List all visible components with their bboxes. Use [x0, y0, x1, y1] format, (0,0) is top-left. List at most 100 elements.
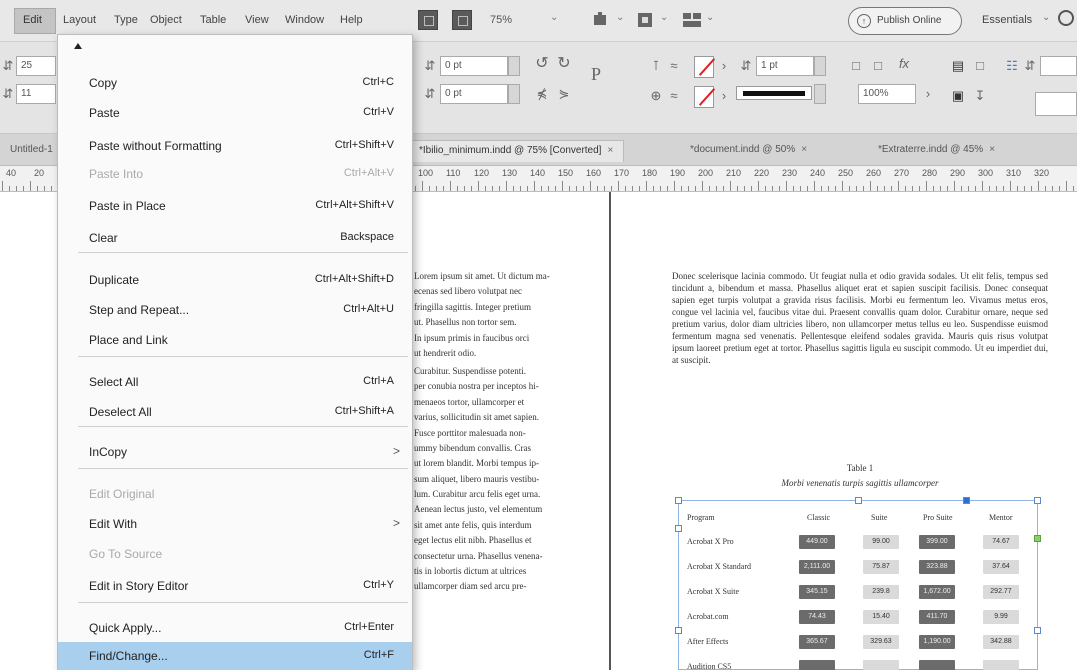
menu-type[interactable]: Type [114, 14, 138, 26]
menu-item-edit-in-story-editor[interactable]: Edit in Story Editor Ctrl+Y [58, 572, 412, 601]
right-page-paragraph[interactable]: Donec scelerisque lacinia commodo. Ut fe… [672, 270, 1048, 366]
left-page-text-column[interactable]: Lorem ipsum sit amet. Ut dictum ma-ecena… [414, 270, 600, 596]
menu-item-select-all[interactable]: Select All Ctrl+A [58, 368, 412, 397]
menu-item-deselect-all[interactable]: Deselect All Ctrl+Shift+A [58, 398, 412, 427]
tab-active-document[interactable]: *Ibilio_minimum.indd @ 75% [Converted] × [408, 140, 625, 162]
table-frame[interactable]: Program Classic Suite Pro Suite Mentor A… [675, 497, 1041, 670]
zoom-level[interactable]: 75% [490, 14, 512, 26]
effects-icon[interactable]: fx [896, 56, 912, 72]
column-field[interactable] [1040, 56, 1077, 76]
view-options-icon[interactable] [590, 10, 614, 30]
stroke-type-selector[interactable] [736, 86, 812, 100]
menu-object[interactable]: Object [150, 14, 182, 26]
fill-dropdown-icon[interactable]: › [716, 58, 732, 74]
stroke-dropdown-icon[interactable]: › [716, 88, 732, 104]
bridge-icon[interactable] [418, 10, 438, 30]
flip-vertical-icon[interactable]: ⋟ [556, 86, 572, 102]
text-frame-icon[interactable]: ≈ [666, 88, 682, 104]
spacing-dropdown-a[interactable] [508, 56, 520, 76]
stepper-icon-6[interactable]: ⇵ [1022, 58, 1038, 74]
tab-untitled[interactable]: Untitled-1 [0, 140, 63, 162]
workspace-switcher[interactable]: Essentials [982, 14, 1032, 26]
stroke-swatch[interactable] [694, 86, 714, 108]
opacity-field[interactable]: 100% [858, 84, 916, 104]
publish-online-button[interactable]: ↑ Publish Online [848, 7, 962, 35]
align-top-icon[interactable]: ▣ [950, 88, 966, 104]
menu-item-paste[interactable]: Paste Ctrl+V [58, 99, 412, 128]
arrange-dropdown-icon[interactable]: ⌄ [706, 12, 714, 23]
menu-item-edit-with[interactable]: Edit With > [58, 510, 412, 539]
ruler-label: 120 [474, 168, 490, 178]
spacing-dropdown-b[interactable] [508, 84, 520, 104]
menu-item-place-and-link[interactable]: Place and Link [58, 326, 412, 355]
align-icon[interactable]: ≈ [666, 58, 682, 74]
close-icon[interactable]: × [801, 144, 807, 155]
tab-extraterre[interactable]: *Extraterre.indd @ 45% × [868, 140, 1005, 162]
menu-item-duplicate[interactable]: Duplicate Ctrl+Alt+Shift+D [58, 266, 412, 295]
rotate-cw-icon[interactable]: ↻ [556, 56, 572, 72]
column-icon[interactable]: ☷ [1004, 58, 1020, 74]
zoom-dropdown-icon[interactable]: ⌄ [550, 12, 558, 23]
stroke-type-dropdown[interactable] [814, 84, 826, 104]
frame-handle[interactable] [855, 497, 862, 504]
rotate-ccw-icon[interactable]: ↺ [534, 56, 550, 72]
reference-field[interactable] [1035, 92, 1077, 116]
frame-handle-selected[interactable] [963, 497, 970, 504]
search-icon[interactable] [1058, 10, 1074, 26]
spacing-field-b[interactable]: 0 pt [440, 84, 508, 104]
frame-fit-icon[interactable]: □ [870, 58, 886, 74]
stock-icon[interactable] [452, 10, 472, 30]
stepper-icon-3[interactable]: ⇵ [422, 58, 438, 74]
frame-icon[interactable]: □ [848, 58, 864, 74]
char-p-icon[interactable]: P [588, 65, 604, 83]
stepper-icon[interactable]: ⇵ [0, 58, 16, 74]
format-icon[interactable]: ⊕ [648, 88, 664, 104]
stepper-icon-5[interactable]: ⇵ [738, 58, 754, 74]
menu-item-quick-apply[interactable]: Quick Apply... Ctrl+Enter [58, 614, 412, 643]
menu-view[interactable]: View [245, 14, 269, 26]
stepper-icon-2[interactable]: ⇵ [0, 86, 16, 102]
ruler-tick [814, 181, 815, 191]
frame-handle[interactable] [675, 497, 682, 504]
menu-item-paste-in-place[interactable]: Paste in Place Ctrl+Alt+Shift+V [58, 192, 412, 221]
stroke-weight-field[interactable]: 1 pt [756, 56, 814, 76]
scroll-up-icon[interactable] [74, 43, 82, 49]
view-options-dropdown-icon[interactable]: ⌄ [616, 12, 624, 23]
tab-document[interactable]: *document.indd @ 50% × [680, 140, 817, 162]
close-icon[interactable]: × [989, 144, 995, 155]
screen-mode-dropdown-icon[interactable]: ⌄ [660, 12, 668, 23]
arrange-documents-icon[interactable] [680, 10, 704, 30]
frame-overset-port[interactable] [1034, 535, 1041, 542]
align-right-icon[interactable]: □ [972, 58, 988, 74]
font-size-field-b[interactable]: 11 [16, 84, 56, 104]
menu-item-paste-without-formatting[interactable]: Paste without Formatting Ctrl+Shift+V [58, 132, 412, 161]
menu-item-copy[interactable]: Copy Ctrl+C [58, 69, 412, 98]
menu-window[interactable]: Window [285, 14, 324, 26]
menu-item-step-and-repeat[interactable]: Step and Repeat... Ctrl+Alt+U [58, 296, 412, 325]
font-size-field-a[interactable]: 25 [16, 56, 56, 76]
frame-handle[interactable] [675, 525, 682, 532]
frame-handle[interactable] [1034, 627, 1041, 634]
ruler-tick [849, 186, 850, 191]
align-left-icon[interactable]: ▤ [950, 58, 966, 74]
frame-handle[interactable] [1034, 497, 1041, 504]
opacity-dropdown-icon[interactable]: › [920, 86, 936, 102]
screen-mode-icon[interactable] [634, 10, 658, 30]
flip-horizontal-icon[interactable]: ⋠ [534, 86, 550, 102]
menu-item-clear[interactable]: Clear Backspace [58, 224, 412, 253]
menu-item-incopy[interactable]: InCopy > [58, 438, 412, 467]
fill-swatch[interactable] [694, 56, 714, 78]
text-tool-icon[interactable]: ⊺ [648, 58, 664, 74]
stroke-weight-dropdown[interactable] [814, 56, 826, 76]
align-bottom-icon[interactable]: ↧ [972, 88, 988, 104]
stepper-icon-4[interactable]: ⇵ [422, 86, 438, 102]
menu-item-find-change[interactable]: Find/Change... Ctrl+F [58, 642, 412, 670]
menu-help[interactable]: Help [340, 14, 363, 26]
workspace-dropdown-icon[interactable]: ⌄ [1042, 12, 1050, 23]
close-icon[interactable]: × [607, 145, 613, 156]
frame-handle[interactable] [675, 627, 682, 634]
menu-edit[interactable]: Edit [14, 8, 56, 34]
menu-layout[interactable]: Layout [63, 14, 96, 26]
menu-table[interactable]: Table [200, 14, 226, 26]
spacing-field-a[interactable]: 0 pt [440, 56, 508, 76]
